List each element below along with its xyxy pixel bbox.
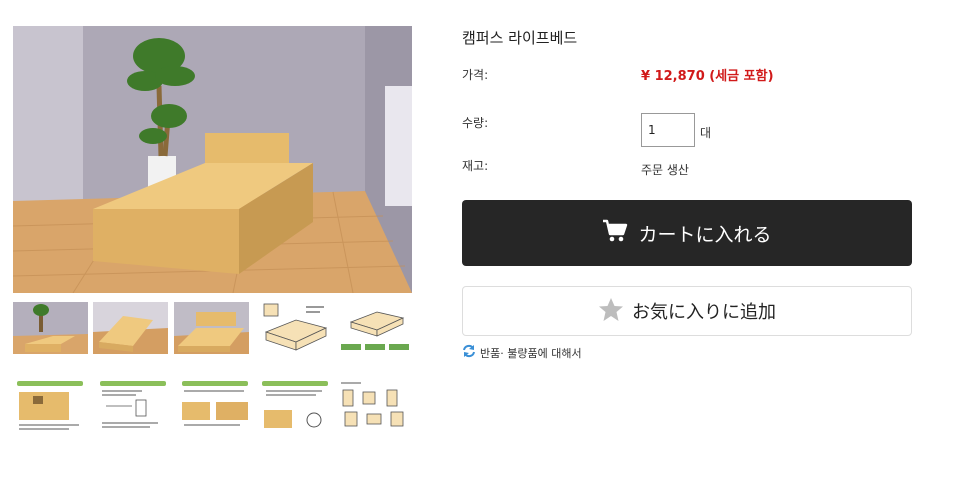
thumbnail-6[interactable] <box>13 380 88 432</box>
thumbnail-8[interactable] <box>178 380 253 432</box>
thumbnail-4[interactable] <box>256 302 331 354</box>
price-value: ¥ 12,870 (세금 포함) <box>641 69 774 84</box>
cart-icon <box>602 219 628 247</box>
stock-value: 주문 생산 <box>641 163 689 177</box>
main-product-image <box>13 26 412 293</box>
product-title: 캠퍼스 라이프베드 <box>462 29 578 47</box>
thumbnail-1[interactable] <box>13 302 88 354</box>
star-icon <box>598 297 624 326</box>
thumbnail-9[interactable] <box>258 380 333 432</box>
quantity-label: 수량: <box>462 116 489 130</box>
thumbnail-3[interactable] <box>174 302 249 354</box>
add-to-cart-label: カートに入れる <box>638 223 772 246</box>
thumbnail-7[interactable] <box>96 380 171 432</box>
refresh-icon <box>462 344 476 361</box>
thumbnail-10[interactable] <box>337 380 412 432</box>
returns-info-link[interactable]: 반품· 불량품에 대해서 <box>462 344 582 361</box>
thumbnail-2[interactable] <box>93 302 168 354</box>
add-to-cart-button[interactable]: カートに入れる <box>462 200 912 266</box>
stock-label: 재고: <box>462 159 489 173</box>
thumbnail-5[interactable] <box>337 302 412 354</box>
price-label: 가격: <box>462 68 489 82</box>
add-to-favorites-label: お気に入りに追加 <box>632 302 776 323</box>
quantity-unit: 대 <box>700 126 712 140</box>
returns-info-label: 반품· 불량품에 대해서 <box>480 346 582 360</box>
add-to-favorites-button[interactable]: お気に入りに追加 <box>462 286 912 336</box>
quantity-input[interactable] <box>641 113 695 147</box>
